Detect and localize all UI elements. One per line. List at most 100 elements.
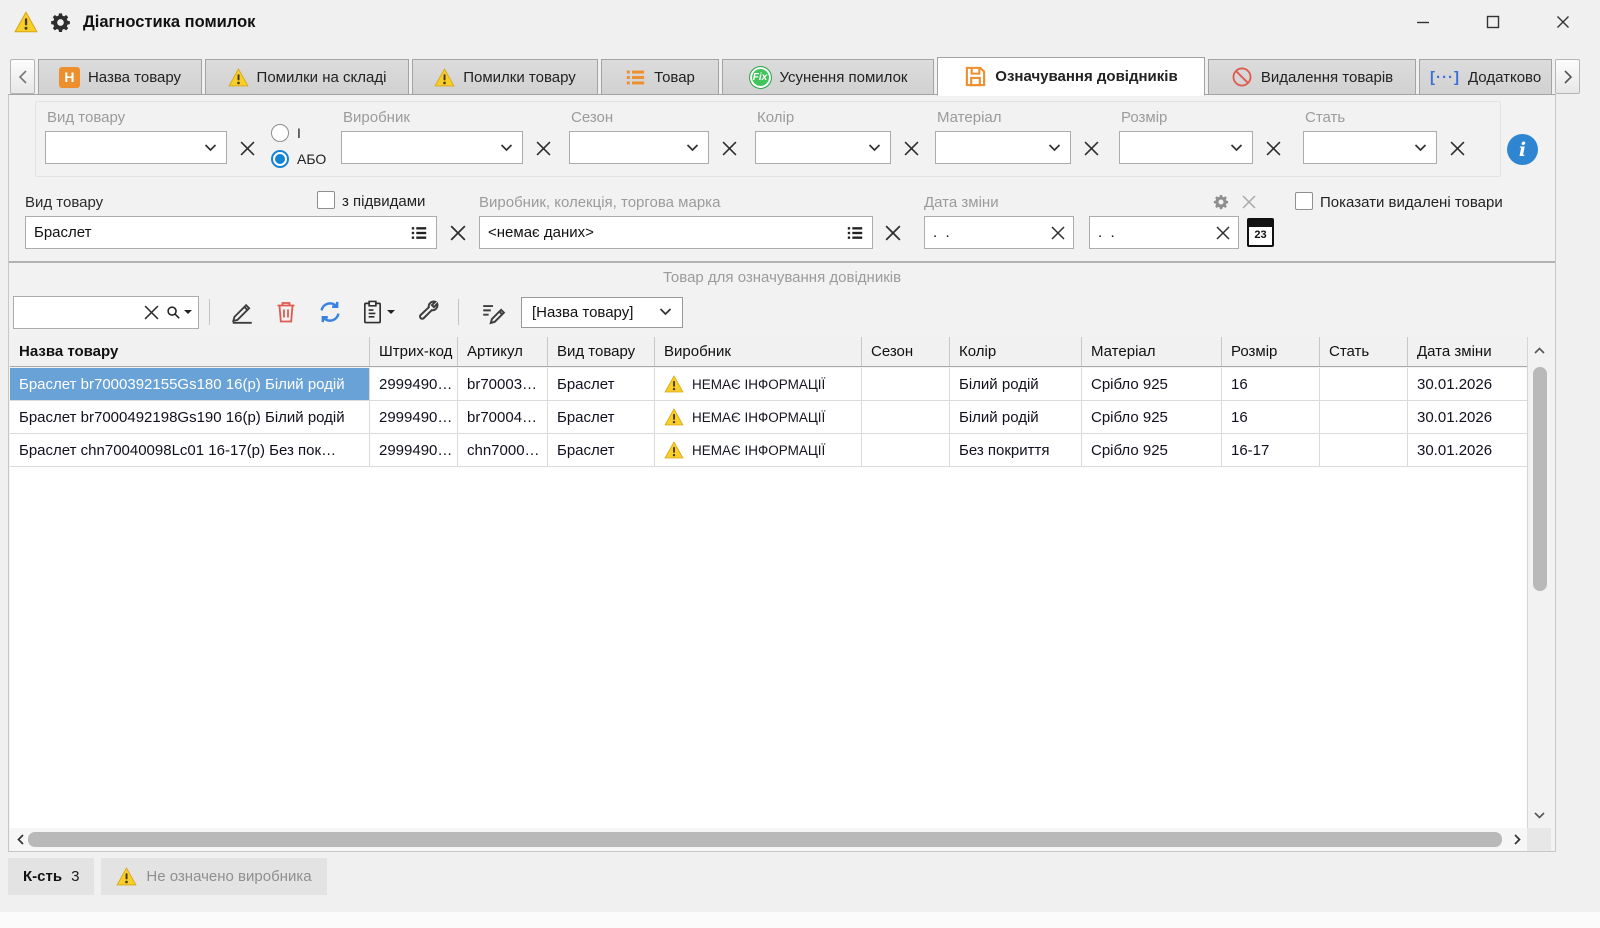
logic-or-radio[interactable] xyxy=(271,150,289,168)
search-icon[interactable] xyxy=(165,304,192,321)
bulk-edit-button[interactable] xyxy=(469,295,517,329)
tab-product[interactable]: Товар xyxy=(601,59,719,95)
col-changed[interactable]: Дата зміни xyxy=(1408,337,1527,366)
col-maker[interactable]: Виробник xyxy=(655,337,862,366)
table-row[interactable]: Браслет chn70040098Lc01 16-17(р) Без пок… xyxy=(10,434,1527,467)
scroll-left-icon[interactable] xyxy=(10,830,30,850)
minimize-button[interactable] xyxy=(1388,0,1458,44)
col-color[interactable]: Колір xyxy=(950,337,1082,366)
scroll-up-icon[interactable] xyxy=(1530,340,1550,360)
horizontal-scroll-thumb[interactable] xyxy=(28,832,1502,847)
date-to-clear-icon[interactable] xyxy=(1216,226,1230,240)
list-picker-icon[interactable] xyxy=(410,224,428,242)
kind-clear-button[interactable] xyxy=(446,220,470,246)
filter-maker-select[interactable] xyxy=(341,131,523,164)
date-settings-gear-icon[interactable] xyxy=(1209,189,1233,215)
filter-color-clear-button[interactable] xyxy=(899,135,923,161)
filter-kind-select[interactable] xyxy=(45,131,227,164)
cell-name[interactable]: Браслет br7000392155Gs180 16(р) Білий ро… xyxy=(10,368,370,400)
cell-season[interactable] xyxy=(862,368,950,400)
cell-season[interactable] xyxy=(862,401,950,433)
filter-material-clear-button[interactable] xyxy=(1079,135,1103,161)
col-season[interactable]: Сезон xyxy=(862,337,950,366)
horizontal-scrollbar[interactable] xyxy=(10,828,1527,851)
close-button[interactable] xyxy=(1528,0,1598,44)
tab-product-name[interactable]: H Назва товару xyxy=(38,59,202,95)
subkinds-checkbox[interactable] xyxy=(317,191,335,209)
tab-product-errors[interactable]: Помилки товару xyxy=(412,59,598,95)
cell-barcode[interactable]: 2999490… xyxy=(370,401,458,433)
logic-and-radio[interactable] xyxy=(271,124,289,142)
maker-clear-button[interactable] xyxy=(881,220,905,246)
search-clear-icon[interactable] xyxy=(144,305,159,320)
clipboard-button[interactable] xyxy=(352,295,404,329)
tab-fix-errors[interactable]: Fix Усунення помилок xyxy=(722,59,934,95)
table-row[interactable]: Браслет br7000392155Gs180 16(р) Білий ро… xyxy=(10,368,1527,401)
calendar-button[interactable]: 23 xyxy=(1247,218,1274,247)
filter-size-select[interactable] xyxy=(1119,131,1253,164)
cell-maker[interactable]: НЕМАЄ ІНФОРМАЦІЇ xyxy=(655,401,862,433)
filter-kind-clear-button[interactable] xyxy=(235,135,259,161)
cell-changed[interactable]: 30.01.2026 xyxy=(1408,401,1527,433)
cell-size[interactable]: 16 xyxy=(1222,368,1320,400)
col-name[interactable]: Назва товару xyxy=(10,337,370,366)
filter-maker-clear-button[interactable] xyxy=(531,135,555,161)
cell-color[interactable]: Без покриття xyxy=(950,434,1082,466)
filter-gender-select[interactable] xyxy=(1303,131,1437,164)
cell-kind[interactable]: Браслет xyxy=(548,434,655,466)
refresh-button[interactable] xyxy=(308,295,352,329)
delete-button[interactable] xyxy=(264,295,308,329)
cell-maker[interactable]: НЕМАЄ ІНФОРМАЦІЇ xyxy=(655,434,862,466)
cell-kind[interactable]: Браслет xyxy=(548,368,655,400)
date-from-input[interactable] xyxy=(933,224,1045,241)
filter-color-select[interactable] xyxy=(755,131,891,164)
vertical-scroll-thumb[interactable] xyxy=(1533,367,1547,591)
cell-maker[interactable]: НЕМАЄ ІНФОРМАЦІЇ xyxy=(655,368,862,400)
col-gender[interactable]: Стать xyxy=(1320,337,1408,366)
col-material[interactable]: Матеріал xyxy=(1082,337,1222,366)
filter-size-clear-button[interactable] xyxy=(1261,135,1285,161)
cell-changed[interactable]: 30.01.2026 xyxy=(1408,368,1527,400)
cell-gender[interactable] xyxy=(1320,434,1408,466)
cell-changed[interactable]: 30.01.2026 xyxy=(1408,434,1527,466)
cell-article[interactable]: br70004… xyxy=(458,401,548,433)
date-from-clear-icon[interactable] xyxy=(1051,226,1065,240)
view-mode-select[interactable]: [Назва товару] xyxy=(521,297,683,328)
info-icon[interactable]: i xyxy=(1507,134,1538,165)
tab-delete-products[interactable]: Видалення товарів xyxy=(1208,59,1416,95)
cell-material[interactable]: Срібло 925 xyxy=(1082,401,1222,433)
tab-warehouse-errors[interactable]: Помилки на складі xyxy=(205,59,409,95)
cell-material[interactable]: Срібло 925 xyxy=(1082,368,1222,400)
scroll-down-icon[interactable] xyxy=(1530,805,1550,825)
col-article[interactable]: Артикул xyxy=(458,337,548,366)
col-barcode[interactable]: Штрих-код xyxy=(370,337,458,366)
date-clear-all-button[interactable] xyxy=(1237,189,1261,215)
maker-input[interactable] xyxy=(488,224,840,241)
table-row[interactable]: Браслет br7000492198Gs190 16(р) Білий ро… xyxy=(10,401,1527,434)
col-size[interactable]: Розмір xyxy=(1222,337,1320,366)
cell-barcode[interactable]: 2999490… xyxy=(370,368,458,400)
cell-article[interactable]: chn7000… xyxy=(458,434,548,466)
cell-material[interactable]: Срібло 925 xyxy=(1082,434,1222,466)
cell-kind[interactable]: Браслет xyxy=(548,401,655,433)
list-picker-icon[interactable] xyxy=(846,224,864,242)
filter-season-clear-button[interactable] xyxy=(717,135,741,161)
tabs-scroll-left-button[interactable] xyxy=(10,59,35,94)
tools-wrench-button[interactable] xyxy=(404,295,448,329)
search-input[interactable] xyxy=(20,304,138,321)
cell-name[interactable]: Браслет chn70040098Lc01 16-17(р) Без пок… xyxy=(10,434,370,466)
cell-gender[interactable] xyxy=(1320,401,1408,433)
filter-gender-clear-button[interactable] xyxy=(1445,135,1469,161)
show-deleted-checkbox[interactable] xyxy=(1295,192,1313,210)
vertical-scrollbar[interactable] xyxy=(1527,337,1551,828)
cell-color[interactable]: Білий родій xyxy=(950,368,1082,400)
cell-name[interactable]: Браслет br7000492198Gs190 16(р) Білий ро… xyxy=(10,401,370,433)
cell-gender[interactable] xyxy=(1320,368,1408,400)
scroll-right-icon[interactable] xyxy=(1507,830,1527,850)
tab-reference-marking[interactable]: Означування довідників xyxy=(937,57,1205,96)
cell-size[interactable]: 16-17 xyxy=(1222,434,1320,466)
filter-material-select[interactable] xyxy=(935,131,1071,164)
cell-barcode[interactable]: 2999490… xyxy=(370,434,458,466)
cell-article[interactable]: br70003… xyxy=(458,368,548,400)
maximize-button[interactable] xyxy=(1458,0,1528,44)
